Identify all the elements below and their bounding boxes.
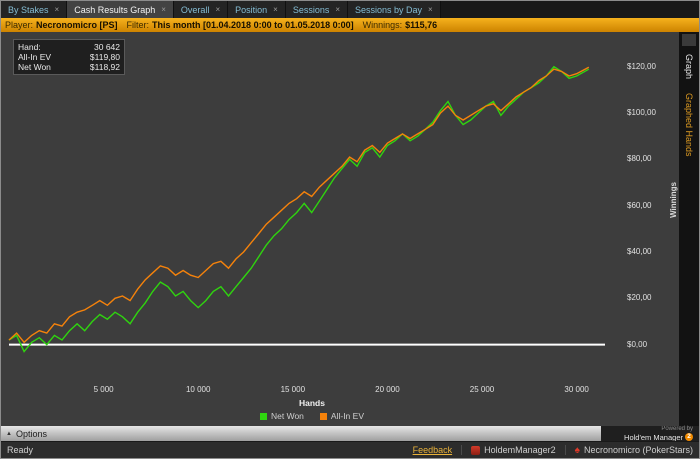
x-tick-label: 5 000 [93, 385, 114, 394]
player-label: Player: [5, 20, 34, 30]
side-tab-graph[interactable]: Graph [684, 51, 694, 82]
tab-close-icon[interactable]: × [273, 5, 278, 14]
branding: Powered by Hold'em Manager 2 [601, 426, 699, 441]
legend-item-all-in-ev: All-In EV [319, 411, 364, 421]
filter-label: Filter: [126, 20, 150, 30]
brand-name: Hold'em Manager 2 [624, 433, 693, 441]
tab-position[interactable]: Position × [228, 1, 286, 18]
status-ready: Ready [7, 445, 34, 455]
legend-label-net-won: Net Won [271, 411, 304, 421]
options-expand-icon: ▲ [6, 430, 12, 437]
status-item-account[interactable]: ♠ Necronomicro (PokerStars) [575, 445, 693, 455]
y-tick-label: $0,00 [627, 339, 648, 349]
status-item-app[interactable]: HoldemManager2 [471, 445, 556, 455]
side-corner-box [682, 34, 696, 46]
chart-svg [8, 65, 605, 353]
tab-close-icon[interactable]: × [161, 5, 166, 14]
x-tick-label: 20 000 [375, 385, 400, 394]
status-bar: Ready Feedback HoldemManager2 ♠ Necronom… [1, 441, 699, 458]
tab-bar-filler [440, 1, 699, 18]
x-tick-label: 10 000 [185, 385, 211, 394]
info-net-won-value: $118,92 [89, 62, 120, 72]
tab-label: Sessions by Day [355, 4, 423, 15]
x-tick-label: 25 000 [469, 385, 495, 394]
app-name-label: HoldemManager2 [484, 445, 556, 455]
x-tick-label: 30 000 [564, 385, 589, 394]
y-tick-label: $20,00 [627, 293, 652, 303]
winnings-value: $115,76 [405, 20, 438, 30]
options-button[interactable]: ▲ Options [1, 426, 601, 441]
legend-swatch-net-won [260, 412, 267, 420]
powered-by-label: Powered by [661, 426, 693, 432]
info-hand-value: 30 642 [94, 42, 120, 52]
filter-bar: Player: Necronomicro [PS] Filter: This m… [1, 18, 699, 32]
tab-close-icon[interactable]: × [215, 5, 220, 14]
status-separator [461, 445, 463, 455]
y-tick-label: $100,00 [627, 108, 656, 118]
main-area: Hand: 30 642 All-In EV $119,80 Net Won $… [1, 32, 699, 426]
y-axis: $120,00 $100,00 $80,00 $60,00 $40,00 $20,00 $0… [627, 32, 673, 384]
info-hand-label: Hand: [18, 42, 41, 52]
status-separator [564, 445, 566, 455]
tab-label: Overall [180, 4, 210, 15]
app-window: By Stakes × Cash Results Graph × Overall… [0, 0, 700, 459]
tab-close-icon[interactable]: × [335, 5, 340, 14]
tab-overall[interactable]: Overall × [173, 1, 229, 18]
legend-swatch-all-in-ev [319, 412, 327, 420]
brand-badge: 2 [685, 433, 693, 441]
feedback-link[interactable]: Feedback [413, 445, 453, 455]
filter-value: This month [01.04.2018 0:00 to 01.05.201… [152, 20, 354, 30]
info-allin-ev-label: All-In EV [18, 52, 52, 62]
account-label: Necronomicro (PokerStars) [583, 445, 693, 455]
legend-label-all-in-ev: All-In EV [330, 411, 364, 421]
y-axis-title: Winnings [669, 182, 678, 218]
x-axis: 5 000 10 000 15 000 20 000 25 000 30 000 [1, 384, 623, 397]
tab-label: Sessions [292, 4, 330, 15]
pokerstars-spade-icon: ♠ [574, 444, 580, 456]
tab-label: Position [235, 4, 268, 15]
options-label: Options [15, 428, 47, 439]
tab-sessions-by-day[interactable]: Sessions by Day × [348, 1, 441, 18]
options-bar: ▲ Options Powered by Hold'em Manager 2 [1, 426, 699, 441]
y-tick-label: $120,00 [627, 61, 656, 71]
tab-close-icon[interactable]: × [55, 5, 60, 14]
tab-cash-results-graph[interactable]: Cash Results Graph × [67, 1, 174, 18]
x-axis-title: Hands [299, 398, 325, 408]
holdemmanager-icon [471, 445, 481, 455]
tab-sessions[interactable]: Sessions × [285, 1, 349, 18]
chart-area: Hand: 30 642 All-In EV $119,80 Net Won $… [1, 32, 679, 426]
legend-item-net-won: Net Won [260, 411, 304, 421]
side-tab-strip: Graph Graphed Hands [679, 32, 699, 426]
brand-name-text: Hold'em Manager [624, 432, 683, 442]
tab-label: Cash Results Graph [74, 4, 156, 15]
hover-info-box: Hand: 30 642 All-In EV $119,80 Net Won $… [13, 39, 125, 75]
chart-legend: Net Won All-In EV [1, 409, 623, 423]
y-tick-label: $60,00 [627, 200, 652, 210]
y-tick-label: $80,00 [627, 154, 652, 164]
side-tab-graphed-hands[interactable]: Graphed Hands [684, 90, 694, 160]
info-allin-ev-value: $119,80 [89, 52, 120, 62]
player-value: Necronomicro [PS] [36, 20, 118, 30]
tab-by-stakes[interactable]: By Stakes × [1, 1, 68, 18]
info-net-won-label: Net Won [18, 62, 51, 72]
series-line-all-in-ev [8, 66, 590, 344]
y-tick-label: $40,00 [627, 247, 652, 256]
x-tick-label: 15 000 [280, 385, 306, 394]
tab-label: By Stakes [8, 4, 49, 15]
winnings-label: Winnings: [362, 20, 403, 30]
tab-bar: By Stakes × Cash Results Graph × Overall… [1, 1, 699, 18]
tab-close-icon[interactable]: × [428, 5, 433, 14]
